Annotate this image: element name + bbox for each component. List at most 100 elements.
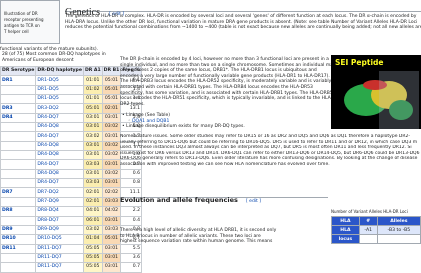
haplotype-table: DR Serotype DR-DQ haplotype DR A1 DR B1 … [0, 65, 143, 273]
table-row: DR4-DQ8 03:01 03:02 0.6 [0, 168, 143, 180]
paragraph-line: association with improved testing we can… [120, 161, 330, 167]
dqa1-cell: 03:02 [82, 131, 103, 142]
paragraph-line: used. In these instances DQ3 almost alwa… [120, 145, 412, 151]
infobox-line: antigen to TCR on [4, 23, 40, 28]
haplotype-cell[interactable]: DR4-DQ7 [35, 178, 84, 189]
haplotype-cell[interactable]: DR11-DQ7 [35, 262, 84, 273]
haplotype-cell[interactable]: DR3-DQ2 [35, 103, 84, 114]
dqa1-cell: 01:01 [82, 94, 103, 105]
dqa1-cell: 02:01 [82, 196, 103, 208]
dqa1-cell: 03:01 [82, 140, 103, 152]
haplotype-cell[interactable]: DR4-DQ8 [35, 168, 84, 180]
paragraph-line: reduces the potential functional combina… [65, 25, 421, 31]
table-cell [358, 234, 378, 244]
haplotype-cell[interactable]: DR4-DQ8 [35, 140, 84, 152]
haplotype-cell[interactable]: DR1-DQ5 [35, 75, 84, 86]
dr-serotype-cell[interactable]: DR10 [0, 234, 37, 245]
table-cell: -A1 [358, 225, 378, 235]
haplotype-cell[interactable]: DR4-DQ8 [35, 122, 84, 133]
table-caption: 28 (of 75) Most common DR-DQ haplotypes … [2, 52, 106, 63]
evolution-title: Evolution and allele frequencies [120, 196, 238, 204]
dqa1-cell: 05:01 [82, 103, 103, 114]
sei-peptide-image[interactable]: SEI Peptide [331, 55, 421, 129]
col-header: DR-DQ haplotype [35, 65, 84, 77]
edit-link[interactable]: [ edit ] [246, 199, 261, 204]
dr-serotype-cell [0, 84, 37, 96]
haplotype-cell[interactable]: DR7-DQ9 [35, 196, 84, 208]
dr-serotype-cell [0, 262, 37, 273]
dqa1-cell: 03:01 [82, 168, 103, 180]
dqb1-cell: 02:01 [101, 103, 122, 114]
dr-serotype-cell [0, 122, 37, 133]
haplotype-cell[interactable]: DR1-DQ5 [35, 94, 84, 105]
dr-serotype-cell [0, 215, 37, 226]
bullet-list: • Linkage (See Table) ◦ DQA1 and DQB1 • … [122, 113, 328, 130]
haplotype-cell[interactable]: DR11-DQ7 [35, 252, 84, 264]
dqa1-cell: 03:03 [82, 178, 103, 189]
table-row: DR11-DQ7 05:05 03:01 3.6 [0, 252, 143, 264]
dqb1-cell: 03:01 [101, 159, 122, 170]
col-header: Alleles [376, 216, 421, 226]
haplotype-cell[interactable]: DR4-DQ7 [35, 112, 84, 124]
protein-structure-illustration [344, 71, 419, 129]
dr-serotype-cell[interactable]: DR7 [0, 187, 37, 198]
haplotype-cell[interactable]: DR4-DQ7 [35, 159, 84, 170]
alleles-table: HLA # Alleles HLA -A1 -B3 to -B5 locus [331, 216, 421, 258]
list-item: • Linkage disequilibrium exists for many… [122, 124, 245, 130]
table-row: DR8-DQ7 06:01 03:01 0.4 [0, 215, 143, 226]
dr-serotype-cell[interactable]: DR4 [0, 112, 37, 124]
haplotype-cell[interactable]: DR4-DQ7 [35, 131, 84, 142]
frequency-cell: 3.6 [120, 252, 143, 264]
dqb1-cell: 03:01 [101, 262, 122, 273]
haplotype-cell[interactable]: DR8-DQ7 [35, 215, 84, 226]
dr-serotype-cell [0, 150, 37, 161]
table-row: DR11-DQ7 05:05 03:01 0.7 [0, 262, 143, 273]
dqb1-cell: 05:01 [101, 94, 122, 105]
frequency-cell: 2.2 [120, 206, 143, 217]
dqb1-cell: 05:01 [101, 75, 122, 86]
dqb1-cell: 03:03 [101, 196, 122, 208]
dqa1-cell: 01:02 [82, 84, 103, 96]
dqb1-cell: 04:02 [101, 206, 122, 217]
table-cell: locus [331, 234, 360, 244]
dr-serotype-cell [0, 94, 37, 105]
dqb1-cell: 05:01 [101, 84, 122, 96]
dr-serotype-cell[interactable]: DR9 [0, 224, 37, 236]
dr-serotype-cell[interactable]: DR8 [0, 206, 37, 217]
dr-serotype-cell[interactable]: DR1 [0, 75, 37, 86]
dqb1-cell: 05:01 [101, 234, 122, 245]
dqa1-cell: 05:05 [82, 262, 103, 273]
dr-beta-paragraph: The DR β-chain is encoded by 4 loci, how… [120, 57, 336, 107]
dqa1-cell: 03:01 [82, 112, 103, 124]
haplotype-cell[interactable]: DR8-DQ4 [35, 206, 84, 217]
genetics-paragraph: The genetics of HLA-DR is complex. HLA-D… [65, 14, 421, 31]
paragraph-line: DR2 types. [120, 101, 145, 107]
dqb1-cell: 03:01 [101, 252, 122, 264]
haplotype-cell[interactable]: DR1-DQ5 [35, 84, 84, 96]
dqb1-cell: 03:02 [101, 140, 122, 152]
dqb1-cell: 03:01 [101, 178, 122, 189]
paragraph-line: locus encodes the HLA-DR51 specificity, … [120, 96, 333, 102]
infobox-line: receptor presenting [4, 17, 44, 22]
haplotype-cell[interactable]: DR10-DQ5 [35, 234, 84, 245]
haplotype-cell[interactable]: DR7-DQ2 [35, 187, 84, 198]
dqb1-cell: 03:01 [101, 131, 122, 142]
paragraph-line: only possess 2 copies of the same locus,… [120, 68, 317, 74]
dqb1-cell: 03:01 [101, 215, 122, 226]
dqa1-cell: 03:01 [82, 122, 103, 133]
dqa1-cell: 01:04 [82, 234, 103, 245]
haplotype-cell[interactable]: DR4-DQ8 [35, 150, 84, 161]
dr-serotype-cell[interactable]: DR3 [0, 103, 37, 114]
dqa1-link[interactable]: DQA1 and DQB1 [132, 119, 169, 124]
table-cell: HLA [331, 225, 360, 235]
table-row: DR4 DR4-DQ7 03:01 03:01 5.4 [0, 112, 143, 124]
evolution-paragraph: There is a high level of allelic diversi… [120, 228, 328, 245]
haplotype-cell[interactable]: DR9-DQ9 [35, 224, 84, 236]
dr-serotype-cell [0, 140, 37, 152]
dqa1-cell: 05:05 [82, 252, 103, 264]
paragraph-line: Nomenclature issues. Some older studies … [120, 134, 410, 139]
section-header: Genetics [ edit ] [65, 0, 421, 18]
frequency-cell: 0.7 [120, 262, 143, 273]
table-row: DR8 DR8-DQ4 04:01 04:02 2.2 [0, 206, 143, 217]
dqa1-cell: 06:01 [82, 215, 103, 226]
